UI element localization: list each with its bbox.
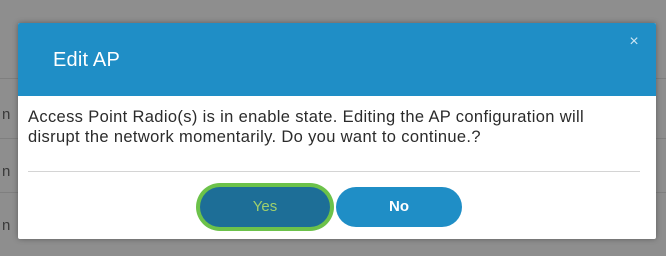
dialog-header: Edit AP ×	[18, 23, 656, 96]
yes-button[interactable]: Yes	[200, 187, 330, 227]
no-button[interactable]: No	[336, 187, 462, 227]
background-row-text: n	[2, 217, 11, 234]
dialog-message: Access Point Radio(s) is in enable state…	[28, 108, 585, 146]
close-icon[interactable]: ×	[626, 34, 642, 50]
background-row-text: n	[2, 163, 11, 180]
edit-ap-dialog: Edit AP × Access Point Radio(s) is in en…	[18, 23, 656, 239]
dialog-divider	[28, 171, 640, 172]
background-row-text: n	[2, 106, 11, 123]
dialog-title: Edit AP	[53, 49, 120, 71]
